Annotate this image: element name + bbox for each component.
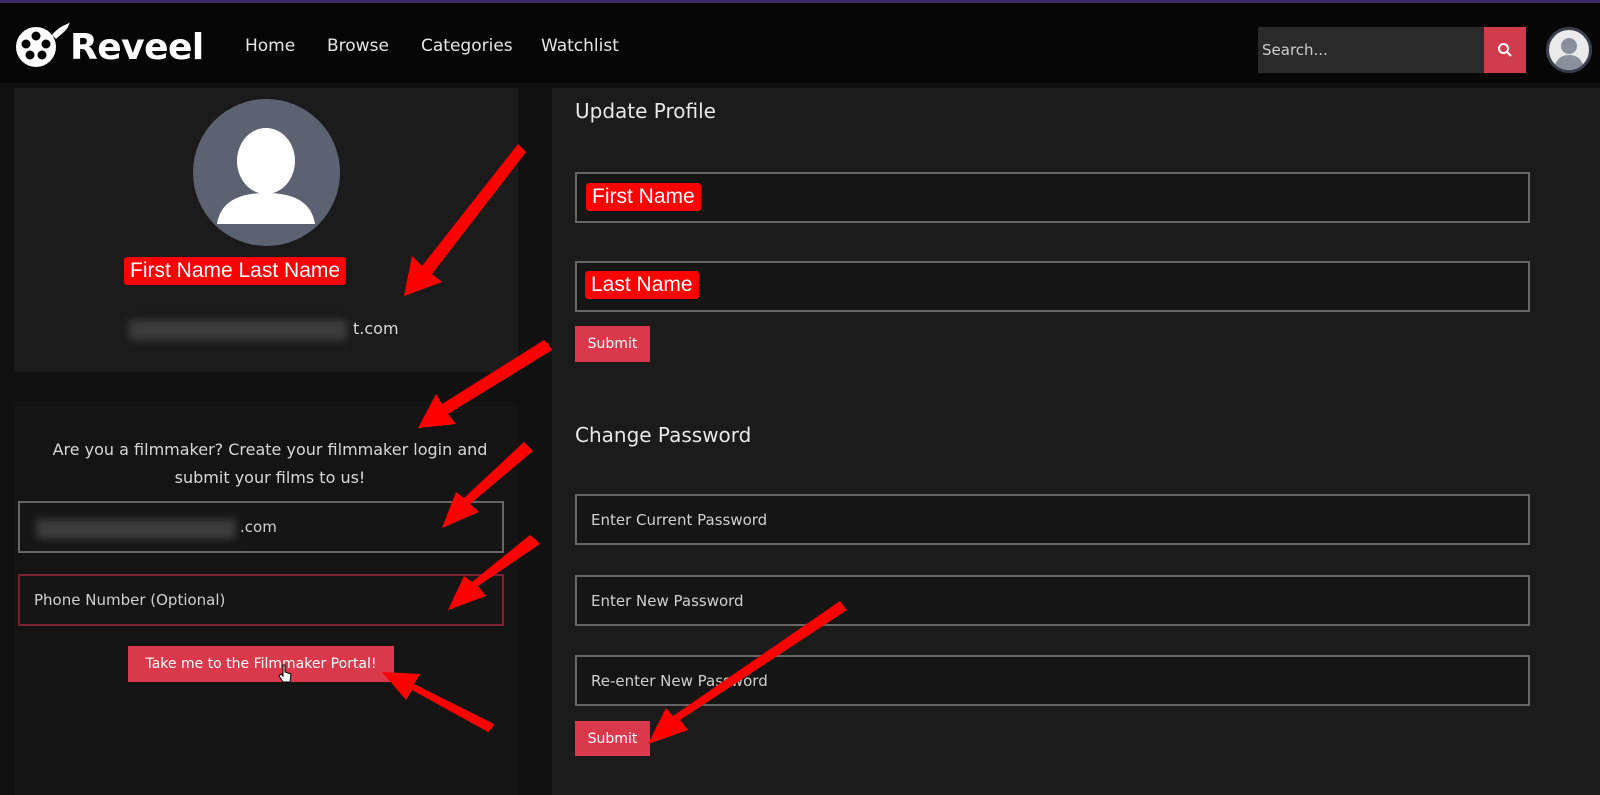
first-name-label: First Name <box>586 183 701 211</box>
search-input[interactable] <box>1258 27 1484 73</box>
update-profile-title: Update Profile <box>575 99 716 123</box>
search-icon <box>1498 43 1512 57</box>
filmmaker-promo-text: Are you a filmmaker? Create your filmmak… <box>20 436 520 492</box>
filmmaker-email-field[interactable]: .com <box>18 501 504 553</box>
nav-watchlist[interactable]: Watchlist <box>541 36 619 56</box>
pointer-cursor-icon <box>278 664 292 683</box>
profile-email-suffix: t.com <box>353 319 399 338</box>
user-silhouette-icon <box>217 128 315 224</box>
search-button[interactable] <box>1484 27 1526 73</box>
change-password-title: Change Password <box>575 423 752 447</box>
filmmaker-email-suffix: .com <box>240 518 277 536</box>
profile-name-label: First Name Last Name <box>124 257 347 285</box>
nav-categories[interactable]: Categories <box>421 36 513 56</box>
email-redaction <box>129 320 347 340</box>
phone-placeholder: Phone Number (Optional) <box>34 591 226 609</box>
brand-logo[interactable]: Reveel <box>12 13 204 75</box>
promo-line-1: Are you a filmmaker? Create your filmmak… <box>52 440 488 459</box>
navbar: Reveel Home Browse Categories Watchlist <box>0 3 1600 83</box>
nav-home[interactable]: Home <box>245 36 295 56</box>
current-password-field[interactable]: Enter Current Password <box>575 494 1530 545</box>
reenter-password-placeholder: Re-enter New Password <box>591 671 768 690</box>
film-reel-icon <box>16 21 70 67</box>
change-password-submit-button[interactable]: Submit <box>575 721 650 756</box>
new-password-field[interactable]: Enter New Password <box>575 575 1530 626</box>
profile-avatar <box>193 99 340 246</box>
email-redaction <box>36 519 236 539</box>
brand-name: Reveel <box>70 27 204 68</box>
reenter-password-field[interactable]: Re-enter New Password <box>575 655 1530 706</box>
last-name-field[interactable] <box>575 261 1530 312</box>
last-name-label: Last Name <box>585 271 699 299</box>
filmmaker-portal-button[interactable]: Take me to the Filmmaker Portal! <box>128 646 394 682</box>
user-silhouette-icon <box>1554 38 1584 70</box>
update-profile-submit-button[interactable]: Submit <box>575 326 650 362</box>
current-password-placeholder: Enter Current Password <box>591 510 768 529</box>
first-name-field[interactable] <box>575 172 1530 223</box>
profile-email: t.com <box>127 317 407 343</box>
promo-line-2: submit your films to us! <box>174 468 366 487</box>
phone-number-field[interactable]: Phone Number (Optional) <box>18 574 504 626</box>
user-avatar-button[interactable] <box>1546 27 1592 73</box>
nav-browse[interactable]: Browse <box>327 36 389 56</box>
new-password-placeholder: Enter New Password <box>591 591 744 610</box>
